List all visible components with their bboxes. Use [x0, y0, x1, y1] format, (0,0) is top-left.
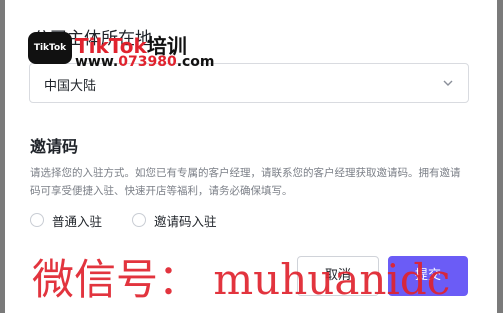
radio-label: 普通入驻: [52, 213, 103, 229]
tiktok-logo: TikTok: [28, 32, 72, 64]
watermark-wechat: 微信号： muhuanidc: [32, 255, 451, 304]
site-red: 073980: [118, 54, 177, 70]
site-prefix: www.: [75, 54, 119, 70]
region-select-value: 中国大陆: [44, 79, 97, 94]
radio-label: 邀请码入驻: [154, 213, 217, 229]
watermark-site: www.073980.com: [75, 54, 215, 70]
invite-code-heading: 邀请码: [30, 137, 79, 156]
site-suffix: .com: [176, 54, 215, 70]
radio-invite-entry[interactable]: 邀请码入驻: [132, 210, 217, 230]
radio-circle[interactable]: [30, 213, 44, 227]
radio-circle[interactable]: [132, 213, 146, 227]
invite-code-description: 请选择您的入驻方式。如您已有专属的客户经理，请联系您的客户经理获取邀请码。拥有邀…: [30, 167, 461, 197]
chevron-down-icon: [443, 80, 453, 86]
radio-normal-entry[interactable]: 普通入驻: [30, 210, 102, 230]
